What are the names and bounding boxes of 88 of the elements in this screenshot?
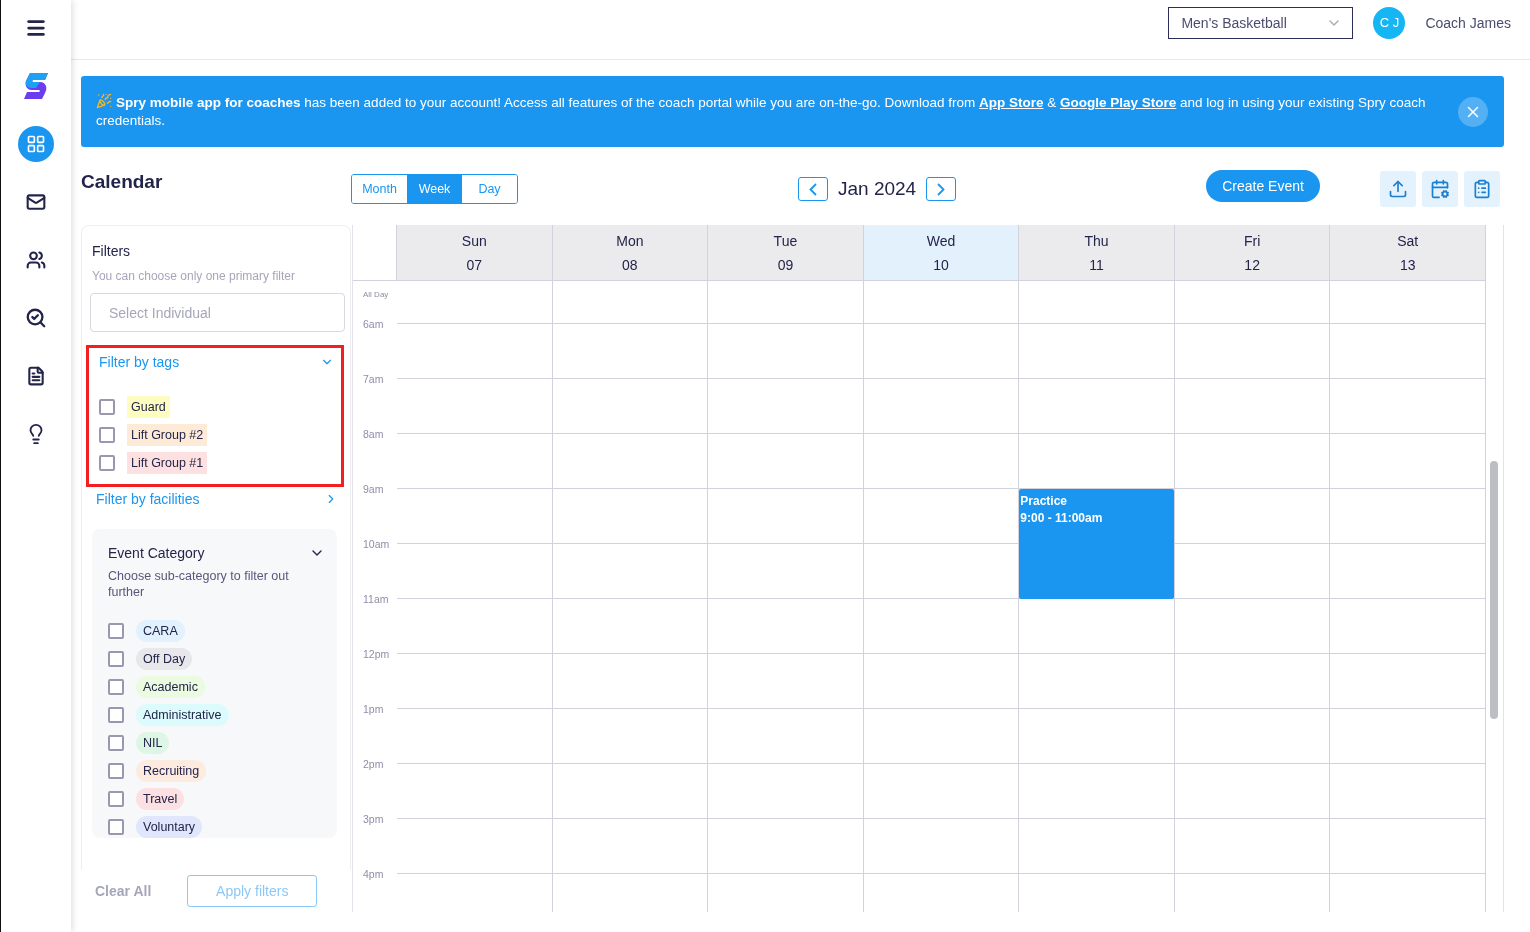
day-date: 13 <box>1399 256 1416 273</box>
filters-title: Filters <box>92 243 132 259</box>
day-name: Mon <box>616 232 644 249</box>
checkbox[interactable] <box>108 819 124 835</box>
hour-label: 10am <box>362 538 391 552</box>
tag-label: Guard <box>127 396 170 418</box>
hour-label: 11am <box>362 593 390 607</box>
hour-label: 2pm <box>362 758 385 772</box>
individual-field[interactable]: Select Individual <box>90 293 345 332</box>
category-toggle[interactable]: Event Category <box>108 545 325 561</box>
checkbox[interactable] <box>99 399 115 415</box>
banner-message: Spry mobile app for coaches has been added to your account! Access all features of the coach portal while you are on-the-go. Download from App Store & Google Play Store and log in using your existing Spry coach credentials. <box>96 93 1427 130</box>
calendar-event[interactable]: Practice 9:00 - 11:00am <box>1019 489 1174 599</box>
day-date: 12 <box>1244 256 1260 273</box>
checkbox[interactable] <box>108 735 124 751</box>
category-label: Academic <box>136 676 205 698</box>
tags-filter-toggle[interactable]: Filter by tags <box>99 354 334 370</box>
clipboard-icon <box>1472 179 1492 199</box>
day-name: Thu <box>1084 232 1109 249</box>
checkbox[interactable] <box>99 455 115 471</box>
hour-label: 4pm <box>362 868 385 882</box>
event-time: 9:00 - 11:00am <box>1020 510 1104 527</box>
team-icon <box>26 250 46 270</box>
hour-label: 6am <box>362 318 385 332</box>
checkbox[interactable] <box>108 679 124 695</box>
document-icon <box>26 366 46 386</box>
category-label: Administrative <box>136 704 229 726</box>
hour-label: 3pm <box>362 813 385 827</box>
checkbox[interactable] <box>108 791 124 807</box>
facilities-filter-toggle[interactable]: Filter by facilities <box>96 491 338 507</box>
search-icon <box>25 307 47 329</box>
hour-label: 7am <box>362 373 385 387</box>
calendar-gear-icon <box>1430 179 1450 199</box>
hour-label: 8am <box>362 428 385 442</box>
day-name: Sat <box>1397 232 1419 249</box>
apply-filters-button[interactable]: Apply filters <box>187 875 318 907</box>
hour-label: 1pm <box>362 703 385 717</box>
page-title: Calendar <box>81 171 164 193</box>
chevron-right-icon <box>937 182 946 196</box>
day-name: Sun <box>461 232 487 249</box>
previous-button[interactable] <box>798 177 828 201</box>
chevron-left-icon <box>809 182 817 196</box>
category-label: Recruiting <box>136 760 207 782</box>
tag-label: Lift Group #1 <box>127 452 208 474</box>
day-date: 11 <box>1089 256 1104 273</box>
party-popper-icon <box>96 93 112 109</box>
event-title: Practice <box>1020 493 1068 510</box>
calendar-settings-button[interactable] <box>1422 171 1458 207</box>
category-label: Voluntary <box>136 816 203 838</box>
day-name: Fri <box>1243 232 1261 249</box>
view-tab[interactable]: Week <box>407 175 462 203</box>
day-name: Wed <box>926 232 956 249</box>
day-date: 10 <box>933 256 949 273</box>
category-hint: Choose sub-category to filter out further <box>108 568 290 600</box>
menu-icon <box>25 17 47 39</box>
logo-icon <box>24 73 48 99</box>
day-date: 07 <box>466 256 483 273</box>
category-label: Off Day <box>136 648 193 670</box>
checkbox[interactable] <box>108 623 124 639</box>
hour-label: 9am <box>362 483 385 497</box>
period-label: Jan 2024 <box>838 178 917 200</box>
user-avatar[interactable]: C J <box>1373 6 1406 39</box>
store-link[interactable]: Google Play Store <box>1060 95 1177 110</box>
hour-label: 12pm <box>362 648 391 662</box>
close-button[interactable] <box>1458 96 1488 127</box>
category-label: Travel <box>136 788 185 810</box>
checkbox[interactable] <box>99 427 115 443</box>
dashboard-icon <box>26 134 46 154</box>
checkbox[interactable] <box>108 651 124 667</box>
upload-icon <box>1388 179 1408 199</box>
clipboard-button[interactable] <box>1464 171 1500 207</box>
team-select[interactable]: Men's Basketball <box>1168 6 1354 39</box>
day-date: 08 <box>622 256 638 273</box>
filters-hint: You can choose only one primary filter <box>92 269 296 283</box>
create-event-button[interactable]: Create Event <box>1206 170 1320 202</box>
category-label: CARA <box>136 620 185 642</box>
checkbox[interactable] <box>108 763 124 779</box>
user-name: Coach James <box>1425 14 1511 31</box>
mail-icon <box>26 192 46 212</box>
next-button[interactable] <box>926 177 957 201</box>
clear-all-button[interactable]: Clear All <box>95 883 152 899</box>
tag-label: Lift Group #2 <box>127 424 208 446</box>
category-label: NIL <box>136 732 170 754</box>
checkbox[interactable] <box>108 707 124 723</box>
upload-button[interactable] <box>1380 171 1416 207</box>
day-date: 09 <box>777 256 794 273</box>
store-link[interactable]: App Store <box>978 95 1044 110</box>
day-name: Tue <box>773 232 798 249</box>
